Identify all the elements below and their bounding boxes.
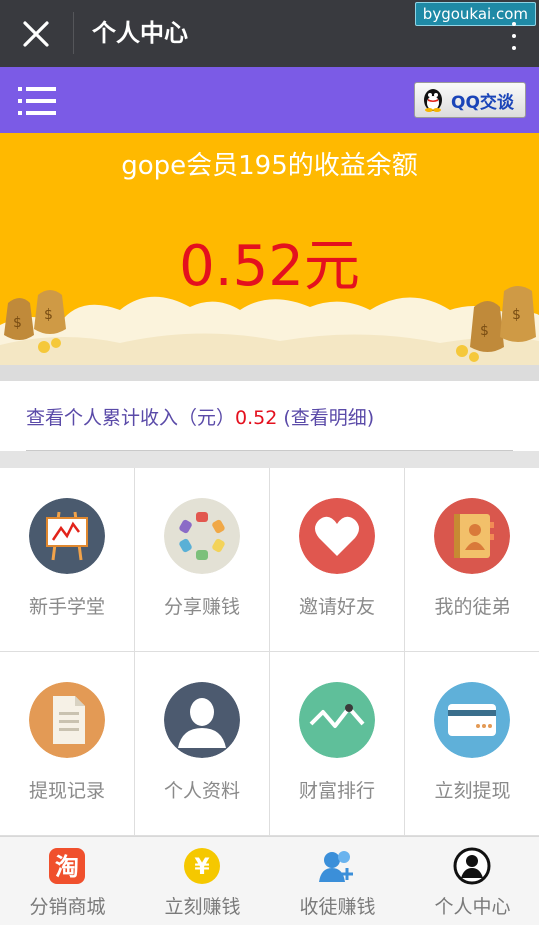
- grid-item-withdraw-now[interactable]: 立刻提现: [405, 652, 539, 836]
- grid-label: 分享赚钱: [163, 596, 240, 618]
- document-icon: [29, 682, 105, 758]
- grid-item-invite-friends[interactable]: 邀请好友: [270, 468, 405, 652]
- tab-label: 立刻赚钱: [164, 896, 241, 918]
- income-link[interactable]: 查看个人累计收入（元）0.52 (查看明细): [26, 403, 374, 430]
- tab-personal-center[interactable]: 个人中心: [405, 837, 539, 925]
- qq-penguin-icon: [424, 89, 442, 112]
- close-button[interactable]: [14, 12, 58, 56]
- income-summary[interactable]: 查看个人累计收入（元）0.52 (查看明细): [0, 381, 539, 451]
- more-button[interactable]: [507, 22, 521, 50]
- add-friend-icon: [319, 851, 353, 882]
- grid-label: 邀请好友: [298, 596, 375, 618]
- svg-text:$: $: [512, 307, 521, 323]
- svg-text:¥: ¥: [194, 855, 210, 880]
- grid-label: 我的徒弟: [434, 596, 511, 618]
- bottom-tab-bar: 淘 分销商城 ¥ 立刻赚钱 收徒赚钱 个人中心: [0, 836, 539, 925]
- user-circle-icon: [453, 847, 491, 885]
- grid-label: 提现记录: [28, 780, 105, 802]
- app-header: QQ交谈: [0, 67, 539, 133]
- grid-label: 个人资料: [163, 780, 240, 802]
- close-icon: [23, 21, 49, 47]
- bank-card-icon: [434, 682, 510, 758]
- clouds-money-bags-illustration: $ $ $ $: [0, 286, 539, 365]
- tab-label: 分销商城: [29, 896, 106, 918]
- title-divider: [73, 12, 74, 54]
- page: 个人中心 bygoukai.com QQ交谈 gope会员195的收益余额 0.…: [0, 0, 539, 925]
- income-detail-link[interactable]: (查看明细): [277, 407, 374, 429]
- grid-label: 财富排行: [298, 780, 375, 802]
- title-bar: 个人中心 bygoukai.com: [0, 0, 539, 67]
- grid-label: 立刻提现: [434, 780, 511, 802]
- tab-recruit-earn[interactable]: 收徒赚钱: [270, 837, 405, 925]
- tab-label: 个人中心: [434, 896, 511, 918]
- grid-item-profile[interactable]: 个人资料: [135, 652, 270, 836]
- qq-chat-label: QQ交谈: [451, 92, 514, 113]
- balance-title: gope会员195的收益余额: [121, 151, 418, 181]
- menu-button[interactable]: [18, 86, 58, 116]
- tab-label: 收徒赚钱: [299, 896, 376, 918]
- heart-icon: [299, 498, 375, 574]
- divider-strip: [0, 451, 539, 468]
- tab-distribution-mall[interactable]: 淘 分销商城: [0, 837, 135, 925]
- more-icon: [512, 22, 516, 26]
- divider-strip: [0, 365, 539, 381]
- income-label: 查看个人累计收入（元）: [26, 407, 236, 429]
- grid-item-withdraw-records[interactable]: 提现记录: [0, 652, 135, 836]
- svg-text:$: $: [44, 307, 53, 323]
- svg-text:$: $: [480, 323, 489, 339]
- user-silhouette-icon: [164, 682, 240, 758]
- address-book-icon: [434, 498, 510, 574]
- taobao-icon: 淘: [49, 848, 85, 884]
- grid-item-my-apprentices[interactable]: 我的徒弟: [405, 468, 539, 652]
- income-value: 0.52: [235, 407, 278, 429]
- grid-label: 新手学堂: [28, 596, 105, 618]
- easel-chart-icon: [29, 498, 105, 574]
- page-title: 个人中心: [92, 19, 188, 47]
- yen-coin-icon: ¥: [184, 848, 220, 884]
- grid-item-newbie-school[interactable]: 新手学堂: [0, 468, 135, 652]
- svg-text:$: $: [13, 315, 22, 331]
- feature-grid: 新手学堂 分享赚钱 邀请好友 我的徒弟 提现记录 个人资料 财富排行 立刻提现: [0, 468, 539, 836]
- tab-earn-now[interactable]: ¥ 立刻赚钱: [135, 837, 270, 925]
- grid-item-share-earn[interactable]: 分享赚钱: [135, 468, 270, 652]
- balance-banner: gope会员195的收益余额 0.52元 $ $ $ $: [0, 133, 539, 365]
- share-wheel-icon: [164, 498, 240, 574]
- svg-text:淘: 淘: [55, 853, 79, 881]
- grid-item-wealth-ranking[interactable]: 财富排行: [270, 652, 405, 836]
- qq-chat-button[interactable]: QQ交谈: [414, 82, 526, 118]
- trend-line-icon: [299, 682, 375, 758]
